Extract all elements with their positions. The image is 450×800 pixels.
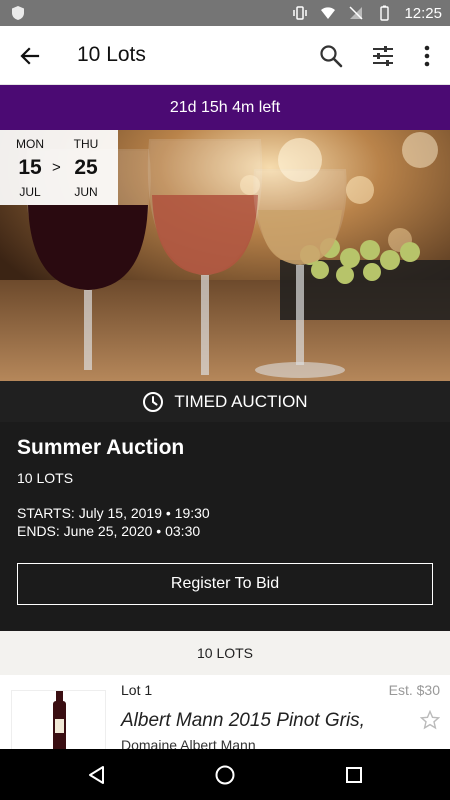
- register-to-bid-button[interactable]: Register To Bid: [17, 563, 433, 605]
- star-icon[interactable]: [420, 710, 440, 730]
- auction-type-strip: TIMED AUCTION: [0, 381, 450, 422]
- status-time: 12:25: [404, 4, 442, 22]
- lots-header: 10 LOTS: [196, 645, 254, 661]
- countdown-banner: 21d 15h 4m left: [0, 85, 450, 130]
- end-day-of-week: THU: [73, 137, 99, 151]
- vibrate-icon: [293, 6, 308, 20]
- lot-card[interactable]: Lot 1 Est. $30 Albert Mann 2015 Pinot Gr…: [0, 675, 450, 749]
- start-month: JUL: [19, 185, 41, 199]
- back-arrow-icon: [20, 47, 40, 65]
- lot-title: Albert Mann 2015 Pinot Gris,: [121, 710, 365, 731]
- filter-sliders-icon: [373, 46, 393, 66]
- more-options-button[interactable]: [410, 39, 444, 73]
- nav-home-button[interactable]: [212, 762, 238, 788]
- lot-estimate: Est. $30: [388, 682, 440, 698]
- start-day: 15: [18, 156, 42, 179]
- triangle-back-icon: [89, 766, 104, 784]
- lots-section: 10 LOTS Lot 1 Est. $30 Albert Mann 2015 …: [0, 631, 450, 749]
- filter-button[interactable]: [366, 39, 400, 73]
- nav-recents-button[interactable]: [341, 762, 367, 788]
- page-title: 10 Lots: [77, 43, 146, 66]
- top-app-bar: 10 Lots: [0, 26, 450, 85]
- auction-lot-count: 10 LOTS: [17, 470, 74, 486]
- auction-end-time: ENDS: June 25, 2020 • 03:30: [17, 523, 201, 539]
- clock-icon: [143, 391, 164, 412]
- lot-number: Lot 1: [121, 682, 153, 698]
- auction-start-time: STARTS: July 15, 2019 • 19:30: [17, 505, 210, 521]
- auction-date-range: MON 15 JUL > THU 25 JUN: [0, 130, 118, 205]
- status-bar: 12:25: [0, 0, 450, 26]
- search-button[interactable]: [314, 39, 348, 73]
- auction-type-label: TIMED AUCTION: [174, 391, 308, 411]
- end-day: 25: [74, 156, 98, 179]
- date-separator: >: [52, 159, 61, 176]
- end-month: JUN: [74, 185, 98, 199]
- shield-icon: [12, 6, 24, 20]
- auction-name: Summer Auction: [17, 436, 185, 459]
- start-day-of-week: MON: [16, 137, 44, 151]
- lot-thumbnail: [11, 690, 106, 749]
- lot-subtitle: Domaine Albert Mann: [121, 737, 256, 749]
- circle-home-icon: [215, 765, 235, 785]
- wifi-icon: [321, 7, 336, 19]
- battery-icon: [380, 5, 390, 21]
- no-signal-icon: [349, 6, 363, 20]
- back-button[interactable]: [14, 40, 46, 72]
- square-recents-icon: [346, 767, 362, 783]
- system-navigation-bar: [0, 749, 450, 800]
- more-vert-icon: [424, 45, 430, 67]
- auction-info-panel: Summer Auction 10 LOTS STARTS: July 15, …: [0, 422, 450, 631]
- search-icon: [320, 45, 343, 68]
- nav-back-button[interactable]: [84, 762, 110, 788]
